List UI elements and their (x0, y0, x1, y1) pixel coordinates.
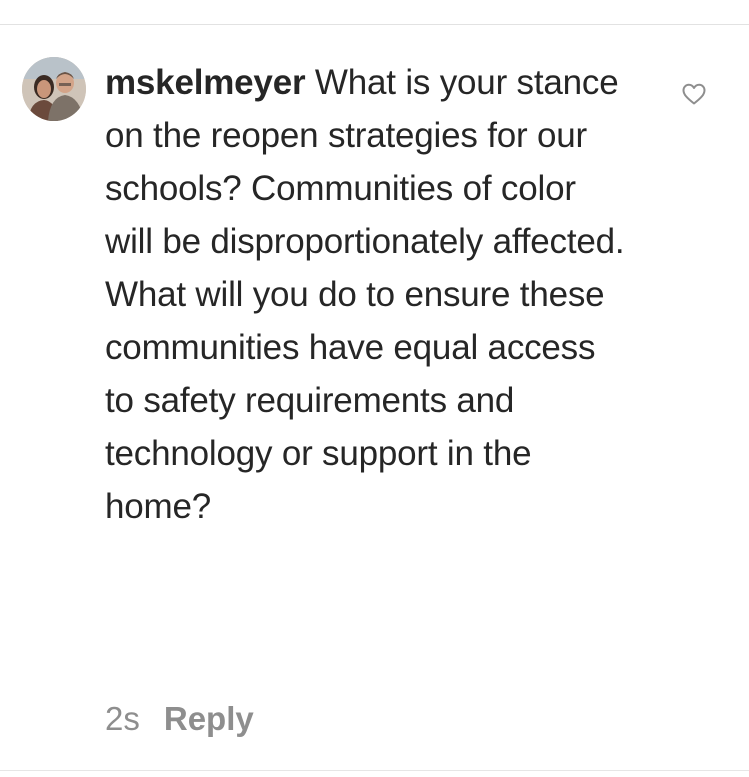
comment-timestamp: 2s (105, 700, 140, 737)
like-button[interactable] (681, 82, 707, 106)
avatar[interactable] (22, 57, 86, 121)
comment-body: mskelmeyer What is your stance on the re… (105, 56, 630, 533)
reply-button[interactable]: Reply (164, 700, 254, 738)
comment-meta: 2s Reply (105, 699, 254, 739)
comment-item: mskelmeyer What is your stance on the re… (0, 0, 749, 777)
user-avatar-image (22, 57, 86, 121)
comment-text: What is your stance on the reopen strate… (105, 63, 625, 526)
comment-username[interactable]: mskelmeyer (105, 63, 306, 102)
heart-outline-icon (682, 83, 706, 105)
bottom-divider (0, 770, 749, 771)
